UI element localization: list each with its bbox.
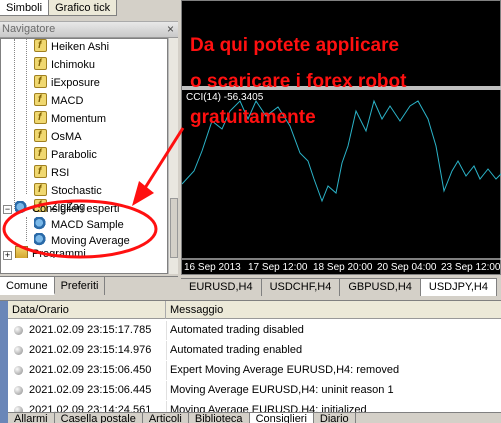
tab-simboli[interactable]: Simboli	[0, 0, 50, 16]
navigator-bottom-tabs: Comune Preferiti	[0, 276, 178, 296]
journal-row[interactable]: 2021.02.09 23:15:17.785 Automated trading…	[8, 321, 501, 340]
indicator-icon	[34, 145, 47, 162]
tree-item-indicator[interactable]: Momentum	[34, 109, 106, 128]
terminal-tabs: Allarmi Casella postale Articoli Bibliot…	[8, 412, 501, 423]
time-axis-label: 17 Sep 12:00	[248, 262, 308, 273]
chart-tab-usdchf[interactable]: USDCHF,H4	[261, 278, 341, 296]
tree-item-expert[interactable]: MACD Sample	[34, 217, 124, 234]
tab-preferiti[interactable]: Preferiti	[55, 277, 106, 295]
journal-row[interactable]: 2021.02.09 23:15:06.445 Moving Average EU…	[8, 381, 501, 400]
scrollbar-thumb[interactable]	[170, 198, 178, 258]
annotation-line: Da qui potete applicare	[190, 35, 400, 56]
navigator-title-bar: Navigatore ×	[0, 21, 178, 38]
tree-item-indicator[interactable]: OsMA	[34, 127, 82, 146]
close-icon[interactable]: ×	[167, 22, 174, 37]
navigator-tree: Heiken Ashi Ichimoku iExposure MACD Mome…	[0, 38, 168, 274]
expand-icon[interactable]: +	[3, 251, 12, 260]
tree-folder-scripts[interactable]: Programmi	[15, 246, 86, 258]
tree-item-indicator[interactable]: Parabolic	[34, 145, 97, 164]
chart-symbol-tabs: EURUSD,H4 USDCHF,H4 GBPUSD,H4 USDJPY,H4	[181, 278, 501, 296]
journal-row[interactable]: 2021.02.09 23:15:06.450 Expert Moving Ave…	[8, 361, 501, 380]
column-header-time[interactable]: Data/Orario	[8, 301, 166, 319]
tree-item-indicator[interactable]: RSI	[34, 163, 69, 182]
time-axis-label: 23 Sep 12:00	[441, 262, 501, 273]
info-icon	[14, 326, 23, 335]
indicator-icon	[34, 127, 47, 144]
annotation-line: o scaricare i forex robot	[190, 71, 407, 92]
tree-item-indicator[interactable]: MACD	[34, 91, 83, 110]
tree-item-indicator[interactable]: Ichimoku	[34, 55, 95, 74]
annotation-line: gratuitamente	[190, 107, 316, 128]
time-axis-label: 18 Sep 20:00	[313, 262, 373, 273]
symbols-tab-bar: Simboli Grafico tick	[0, 0, 178, 16]
indicator-icon	[34, 163, 47, 180]
info-icon	[14, 366, 23, 375]
info-icon	[14, 346, 23, 355]
tab-grafico-tick[interactable]: Grafico tick	[49, 0, 118, 16]
collapse-icon[interactable]: −	[3, 205, 12, 214]
tree-item-indicator[interactable]: Heiken Ashi	[34, 39, 109, 56]
info-icon	[14, 386, 23, 395]
indicator-icon	[34, 109, 47, 126]
indicator-icon	[34, 181, 47, 198]
tree-item-indicator[interactable]: iExposure	[34, 73, 100, 92]
expert-icon	[34, 233, 47, 246]
folder-icon	[15, 246, 28, 258]
time-axis-label: 20 Sep 04:00	[377, 262, 437, 273]
indicator-icon	[34, 39, 47, 54]
tab-articoli[interactable]: Articoli	[143, 413, 189, 423]
terminal-panel: Data/Orario Messaggio 2021.02.09 23:15:1…	[0, 300, 501, 423]
journal-header: Data/Orario Messaggio	[8, 301, 501, 319]
indicator-icon	[34, 91, 47, 108]
navigator-title: Navigatore	[2, 23, 56, 35]
terminal-side-bar	[0, 301, 8, 423]
chart-tab-usdjpy[interactable]: USDJPY,H4	[420, 278, 497, 296]
tab-allarmi[interactable]: Allarmi	[8, 413, 55, 423]
time-axis-label: 16 Sep 2013	[184, 262, 241, 273]
indicator-icon	[34, 55, 47, 72]
chart-tab-gbpusd[interactable]: GBPUSD,H4	[340, 278, 421, 296]
tab-comune[interactable]: Comune	[0, 277, 55, 295]
tree-folder-experts[interactable]: Consiglieri esperti	[15, 201, 119, 218]
journal-row[interactable]: 2021.02.09 23:14:24.561 Moving Average EU…	[8, 401, 501, 412]
expert-icon	[34, 217, 47, 230]
chart-tab-eurusd[interactable]: EURUSD,H4	[181, 278, 262, 296]
tree-item-indicator[interactable]: Stochastic	[34, 181, 102, 200]
indicator-icon	[34, 73, 47, 90]
journal-row[interactable]: 2021.02.09 23:15:14.976 Automated trading…	[8, 341, 501, 360]
tab-biblioteca[interactable]: Biblioteca	[189, 413, 250, 423]
navigator-scrollbar[interactable]	[168, 38, 178, 274]
annotation-text: Da qui potete applicare o scaricare i fo…	[190, 28, 501, 136]
tab-casella-postale[interactable]: Casella postale	[55, 413, 143, 423]
expert-folder-icon	[15, 201, 28, 214]
tab-diario[interactable]: Diario	[314, 413, 356, 423]
column-header-message[interactable]: Messaggio	[166, 301, 501, 319]
navigator-panel: Simboli Grafico tick Navigatore × Heiken…	[0, 0, 178, 296]
tab-consiglieri[interactable]: Consiglieri	[249, 413, 314, 423]
